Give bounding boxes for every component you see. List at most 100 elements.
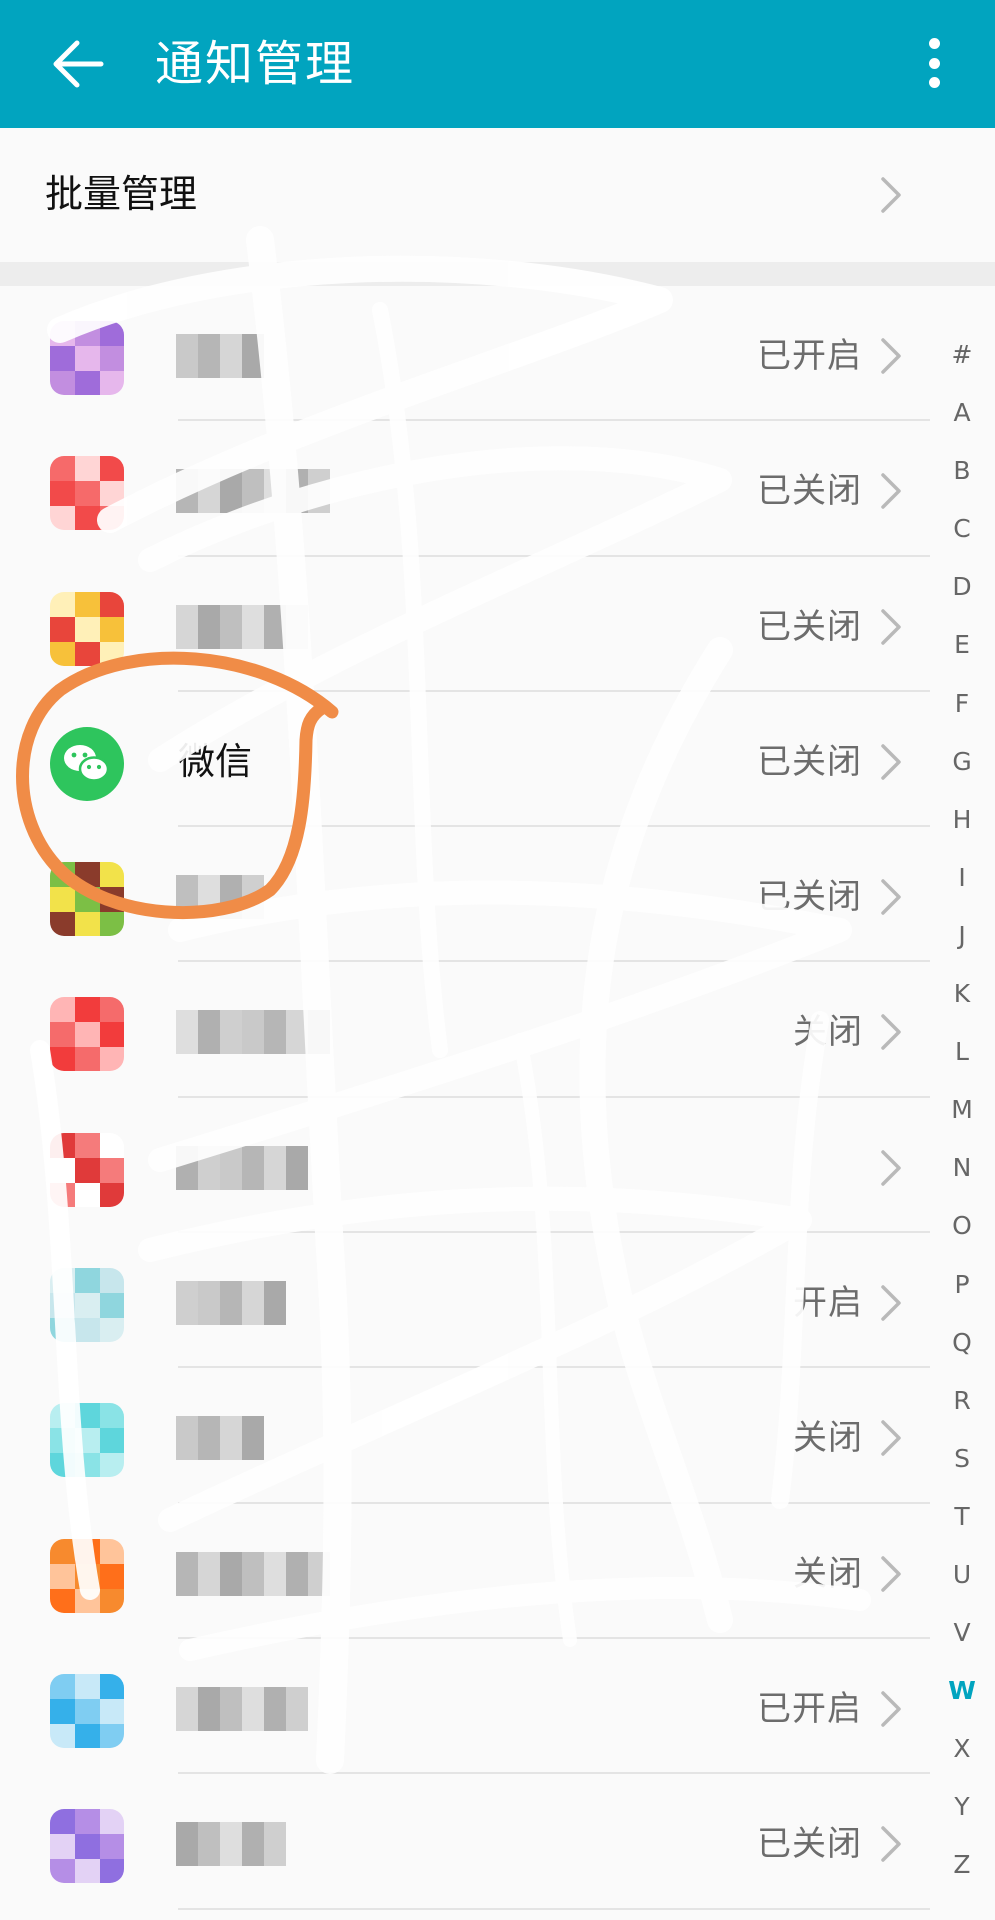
index-letter[interactable]: Z	[940, 1836, 984, 1894]
section-divider	[0, 262, 995, 286]
notification-status: 关闭	[793, 1418, 863, 1459]
notification-status: 已关闭	[757, 741, 862, 782]
index-letter[interactable]: G	[940, 733, 984, 791]
chevron-right-icon	[881, 1555, 901, 1592]
alphabet-index-bar[interactable]: # A B C D E F G H I J K L M N O P Q R S T U V W X Y Z	[940, 326, 984, 1895]
index-letter[interactable]: S	[940, 1430, 984, 1488]
notification-status: 已关闭	[757, 877, 862, 918]
index-letter[interactable]: O	[940, 1197, 984, 1255]
app-name-obscured	[176, 1822, 286, 1867]
app-notification-row[interactable]: 已开启	[0, 286, 940, 422]
index-letter[interactable]: R	[940, 1372, 984, 1430]
app-name-obscured	[176, 1145, 308, 1190]
app-notification-row[interactable]: 关闭	[0, 1504, 940, 1639]
index-letter[interactable]: Y	[940, 1778, 984, 1836]
index-letter[interactable]: E	[940, 616, 984, 674]
app-name-obscured	[176, 334, 264, 378]
app-name-obscured	[176, 1010, 330, 1055]
app-icon-pixelated	[50, 591, 124, 666]
app-icon-pixelated	[50, 1132, 124, 1207]
app-name-obscured	[176, 1416, 264, 1461]
app-notification-row[interactable]: 关闭	[0, 1368, 940, 1504]
app-name-obscured	[176, 875, 264, 920]
app-notification-row[interactable]: 已开启	[0, 1639, 940, 1775]
notification-status: 已关闭	[757, 471, 862, 512]
top-app-bar: 通知管理	[0, 0, 995, 128]
notification-status: 开启	[793, 1283, 863, 1324]
index-letter[interactable]: N	[940, 1139, 984, 1197]
notification-status: 已开启	[757, 1688, 862, 1729]
index-letter[interactable]: F	[940, 675, 984, 733]
app-icon-pixelated	[50, 1673, 124, 1748]
index-letter[interactable]: A	[940, 384, 984, 442]
app-name-obscured	[176, 1686, 308, 1731]
chevron-right-icon	[881, 1826, 901, 1863]
chevron-right-icon	[881, 1285, 901, 1321]
index-letter[interactable]: X	[940, 1720, 984, 1778]
index-letter[interactable]: #	[940, 326, 984, 384]
app-name: 微信	[178, 739, 252, 783]
index-letter[interactable]: H	[940, 791, 984, 849]
index-letter[interactable]: K	[940, 965, 984, 1023]
notification-status: 已关闭	[757, 606, 862, 647]
index-letter[interactable]: C	[940, 500, 984, 558]
app-notification-row[interactable]: 关闭	[0, 962, 940, 1098]
notification-status: 已关闭	[757, 1824, 862, 1865]
chevron-right-icon	[881, 1691, 901, 1727]
app-name-obscured	[176, 1551, 330, 1596]
app-notification-row[interactable]: 微信 已关闭	[0, 692, 940, 828]
index-letter[interactable]: Q	[940, 1314, 984, 1372]
app-icon-pixelated	[50, 1403, 124, 1478]
chevron-right-icon	[881, 879, 901, 915]
notification-status: 关闭	[793, 1553, 863, 1594]
app-icon-pixelated	[50, 997, 124, 1072]
app-notification-row[interactable]: 已关闭	[0, 1774, 940, 1910]
more-vertical-icon	[928, 38, 940, 49]
app-icon-pixelated	[50, 862, 124, 937]
chevron-right-icon	[881, 1150, 901, 1186]
app-notification-list: 已开启 已关闭 已关闭 微信 已关闭 已关闭 关闭 开启 关闭 关闭 已开启 已关闭	[0, 286, 940, 1910]
notification-status: 已开启	[757, 336, 862, 376]
index-letter[interactable]: W	[940, 1662, 984, 1720]
index-letter[interactable]: M	[940, 1081, 984, 1139]
batch-manage-label: 批量管理	[45, 172, 198, 216]
notification-status: 关闭	[793, 1012, 863, 1053]
app-icon-pixelated	[50, 1809, 124, 1884]
index-letter[interactable]: B	[940, 442, 984, 500]
chevron-right-icon	[881, 338, 901, 374]
row-divider	[178, 1907, 930, 1910]
notification-management-screen: 通知管理 批量管理 已开启 已关闭 已关闭 微信 已关闭 已关闭 关闭 开启 关闭 关闭 已开启 已关…	[0, 0, 995, 1920]
index-letter[interactable]: T	[940, 1488, 984, 1546]
app-notification-row[interactable]: 已关闭	[0, 557, 940, 692]
chevron-right-icon	[881, 744, 901, 780]
index-letter[interactable]: P	[940, 1256, 984, 1314]
batch-manage-row[interactable]: 批量管理	[0, 128, 995, 262]
page-title: 通知管理	[155, 36, 356, 92]
app-name-obscured	[176, 1281, 286, 1326]
index-letter[interactable]: L	[940, 1023, 984, 1081]
app-icon-pixelated	[50, 456, 124, 531]
chevron-right-icon	[881, 1420, 901, 1457]
app-notification-row[interactable]: 已关闭	[0, 827, 940, 963]
app-name-obscured	[176, 469, 330, 514]
index-letter[interactable]: I	[940, 849, 984, 907]
chevron-right-icon	[881, 473, 901, 510]
chevron-right-icon	[881, 1014, 901, 1051]
app-notification-row[interactable]: 开启	[0, 1233, 940, 1369]
app-notification-row[interactable]	[0, 1098, 940, 1234]
index-letter[interactable]: U	[940, 1546, 984, 1604]
app-notification-row[interactable]: 已关闭	[0, 421, 940, 557]
app-icon-pixelated	[50, 321, 124, 395]
index-letter[interactable]: D	[940, 558, 984, 616]
chevron-right-icon	[881, 608, 901, 645]
arrow-left-icon	[53, 40, 104, 88]
app-icon-pixelated	[50, 1268, 124, 1343]
more-options-button[interactable]	[912, 30, 956, 96]
app-name-obscured	[176, 604, 308, 649]
app-icon-pixelated	[50, 1538, 124, 1613]
chevron-right-icon	[881, 177, 901, 213]
back-button[interactable]	[40, 26, 116, 102]
wechat-app-icon	[50, 726, 124, 801]
index-letter[interactable]: J	[940, 907, 984, 965]
index-letter[interactable]: V	[940, 1604, 984, 1662]
